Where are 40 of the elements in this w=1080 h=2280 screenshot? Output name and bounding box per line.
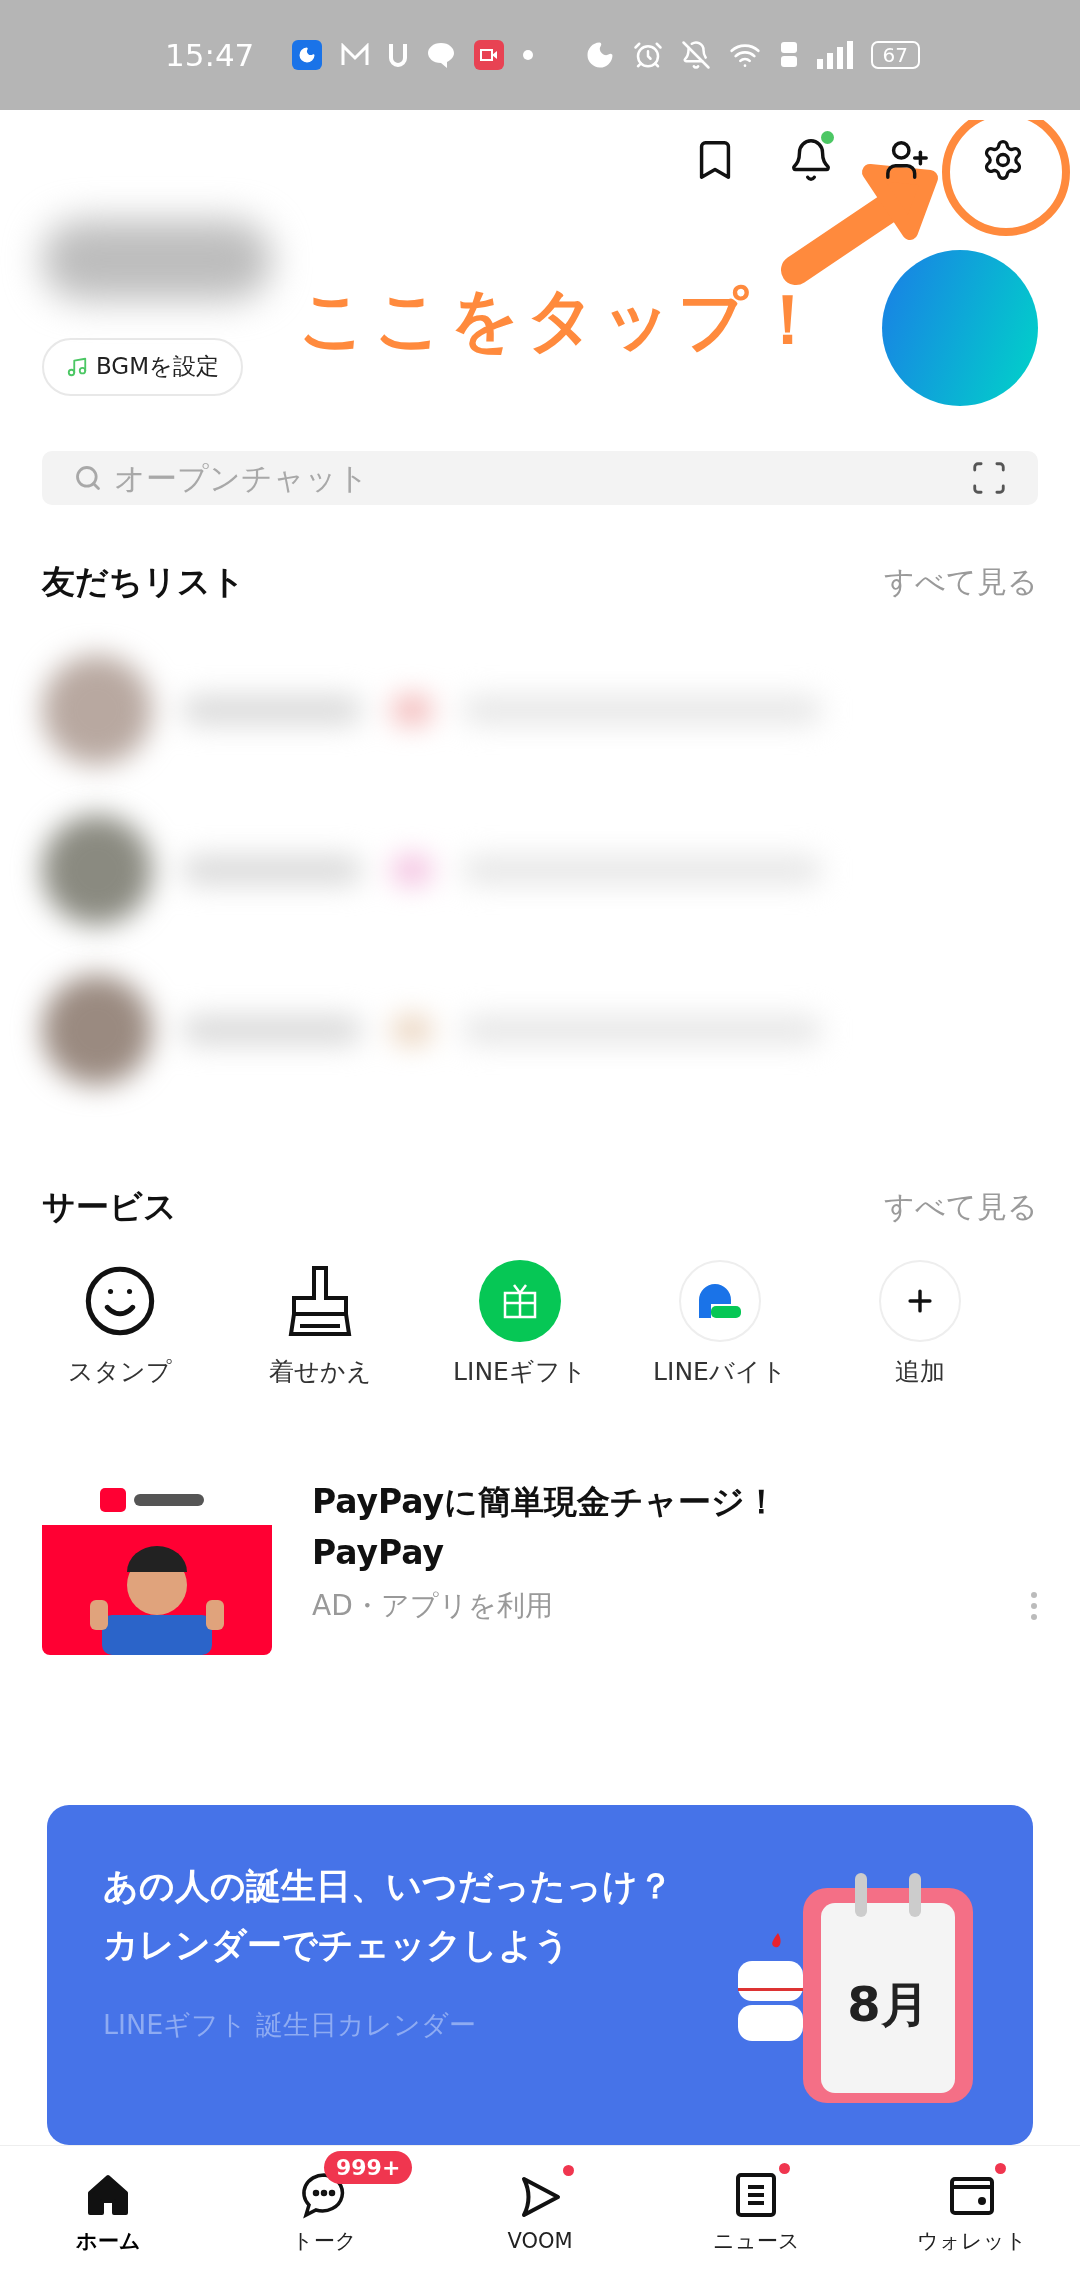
annotation-text: ここをタップ！ xyxy=(298,278,828,361)
search-input[interactable]: オープンチャット xyxy=(112,458,960,497)
alarm-icon xyxy=(632,40,663,70)
service-shortcut[interactable]: 着せかえ xyxy=(220,1259,420,1390)
status-time: 15:47 xyxy=(165,37,255,73)
nav-tab[interactable]: ホーム xyxy=(0,2146,216,2280)
service-shortcut[interactable]: LINEギフト xyxy=(420,1259,620,1390)
chat-bubble-icon xyxy=(426,41,457,69)
job-app-icon xyxy=(697,1281,743,1320)
mail-icon xyxy=(340,43,371,67)
video-app-icon xyxy=(474,40,505,70)
nav-tab[interactable]: ウォレット xyxy=(864,2146,1080,2280)
brush-icon xyxy=(288,1263,352,1338)
banner-subtitle: カレンダーでチェックしよう xyxy=(103,1924,571,1967)
nav-tab[interactable]: ニュース xyxy=(648,2146,864,2280)
ad-headline[interactable]: PayPayに簡単現金チャージ！ xyxy=(312,1480,1038,1525)
dot-icon xyxy=(522,49,535,61)
service-shortcut[interactable]: 追加 xyxy=(820,1259,1020,1390)
banner-caption: LINEギフト 誕生日カレンダー xyxy=(103,2008,477,2042)
music-note-icon xyxy=(66,355,88,378)
ad-label: AD・アプリを利用 xyxy=(312,1588,553,1625)
unread-badge: 999+ xyxy=(324,2151,413,2184)
search-field[interactable]: オープンチャット xyxy=(42,450,1038,505)
magnet-icon xyxy=(388,42,409,68)
service-shortcut[interactable]: LINEバイト xyxy=(620,1259,820,1390)
signal-icon xyxy=(816,41,853,69)
ad-advertiser: PayPay xyxy=(312,1531,446,1574)
nav-tab[interactable]: 999+ トーク xyxy=(216,2146,432,2280)
moon-app-icon xyxy=(292,40,323,70)
banner-title: あの人の誕生日、いつだったっけ？ xyxy=(103,1865,674,1908)
calendar-month: 8月 xyxy=(846,1975,930,2034)
search-icon xyxy=(74,463,102,492)
birthday-banner[interactable]: あの人の誕生日、いつだったっけ？ カレンダーでチェックしよう LINEギフト 誕生日カレンダー 8月 xyxy=(47,1805,1033,2145)
battery-level: 67 xyxy=(870,41,920,69)
nav-tab[interactable]: VOOM xyxy=(432,2146,648,2280)
section-title: 友だちリスト xyxy=(42,560,245,603)
bgm-button[interactable]: BGMを設定 xyxy=(42,337,244,396)
service-shortcut[interactable]: スタンプ xyxy=(20,1259,220,1390)
mute-icon xyxy=(680,40,711,70)
section-title: サービス xyxy=(42,1185,177,1228)
